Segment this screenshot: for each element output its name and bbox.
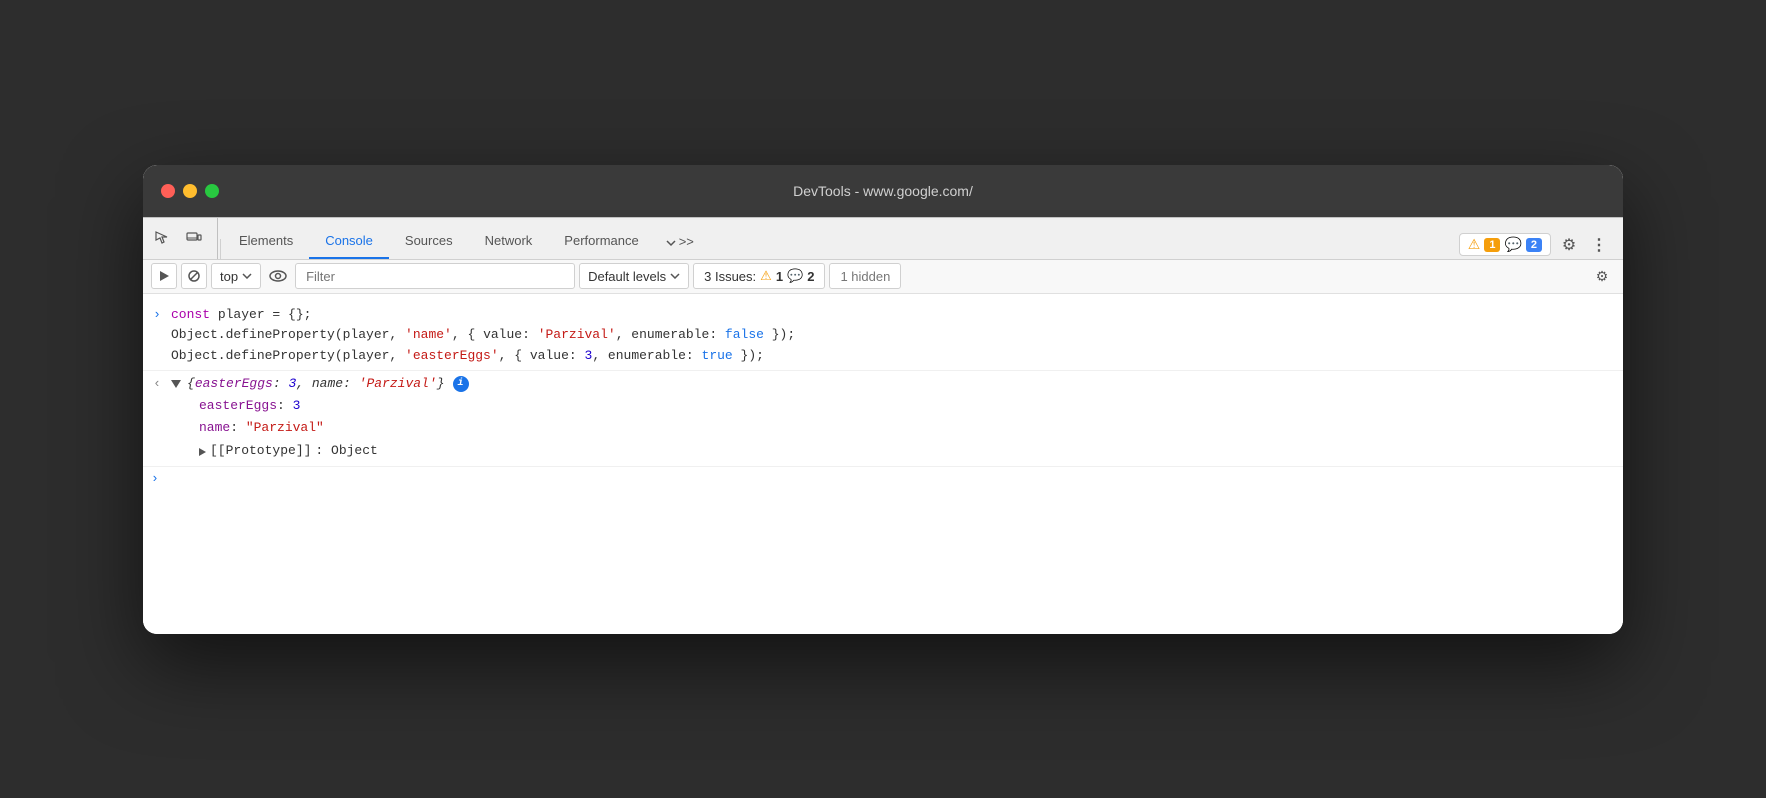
code-line-2: Object.defineProperty(player, 'name', { …	[171, 325, 1615, 346]
tab-bar: Elements Console Sources Network Perform…	[143, 218, 1623, 260]
window-title: DevTools - www.google.com/	[793, 183, 973, 199]
hidden-count-button[interactable]: 1 hidden	[829, 263, 901, 289]
prototype-expand-icon[interactable]	[199, 448, 206, 456]
issues-msg-icon: 💬	[787, 268, 803, 284]
toolbar-left	[147, 218, 218, 259]
msg-count: 2	[1526, 238, 1542, 252]
object-output: {easterEggs: 3, name: 'Parzival'} i east…	[171, 374, 1615, 463]
maximize-button[interactable]	[205, 184, 219, 198]
console-output-entry: ‹ {easterEggs: 3, name: 'Parzival'} i ea…	[143, 371, 1623, 467]
tab-elements[interactable]: Elements	[223, 225, 309, 259]
prop-prototype[interactable]: [[Prototype]]: Object	[199, 440, 1615, 463]
tab-network[interactable]: Network	[469, 225, 549, 259]
toolbar-divider	[220, 239, 221, 259]
console-output-content: {easterEggs: 3, name: 'Parzival'} i east…	[171, 372, 1615, 465]
log-levels-selector[interactable]: Default levels	[579, 263, 689, 289]
collapse-icon[interactable]	[171, 380, 181, 388]
input-gutter[interactable]: ›	[143, 303, 171, 326]
warn-count: 1	[1484, 238, 1500, 252]
tab-sources[interactable]: Sources	[389, 225, 469, 259]
object-properties: easterEggs: 3 name: "Parzival" [[Prototy…	[171, 395, 1615, 463]
msg-icon: 💬	[1504, 236, 1521, 253]
console-prompt[interactable]: ›	[143, 467, 1623, 490]
levels-chevron-icon	[670, 273, 680, 279]
issues-warn-icon: ⚠	[760, 268, 772, 284]
code-line-1: const player = {};	[171, 305, 1615, 326]
console-output: › const player = {}; Object.defineProper…	[143, 294, 1623, 634]
prop-name: name: "Parzival"	[199, 417, 1615, 440]
object-info-icon[interactable]: i	[453, 376, 469, 392]
device-toolbar-button[interactable]	[179, 224, 209, 252]
code-line-3: Object.defineProperty(player, 'easterEgg…	[171, 346, 1615, 367]
console-input-content: const player = {}; Object.defineProperty…	[171, 303, 1615, 369]
live-expressions-button[interactable]	[265, 263, 291, 289]
close-button[interactable]	[161, 184, 175, 198]
console-input-entry: › const player = {}; Object.defineProper…	[143, 302, 1623, 371]
tabs-container: Elements Console Sources Network Perform…	[223, 218, 1451, 259]
more-options-button[interactable]: ⋮	[1587, 231, 1611, 259]
tab-performance[interactable]: Performance	[548, 225, 654, 259]
console-toolbar: top Default levels 3 Issues:	[143, 260, 1623, 294]
tab-bar-right: ⚠ 1 💬 2 ⚙ ⋮	[1451, 231, 1619, 259]
tab-console[interactable]: Console	[309, 225, 389, 259]
more-tabs-button[interactable]: >>	[655, 225, 702, 259]
warn-icon: ⚠	[1468, 236, 1481, 253]
devtools-panel: Elements Console Sources Network Perform…	[143, 217, 1623, 634]
filter-input[interactable]	[295, 263, 575, 289]
chevron-down-icon	[242, 273, 252, 279]
devtools-window: DevTools - www.google.com/	[143, 165, 1623, 634]
clear-button[interactable]	[181, 263, 207, 289]
traffic-lights	[161, 184, 219, 198]
context-selector[interactable]: top	[211, 263, 261, 289]
inspect-element-button[interactable]	[147, 224, 177, 252]
minimize-button[interactable]	[183, 184, 197, 198]
issues-badge[interactable]: ⚠ 1 💬 2	[1459, 233, 1551, 256]
issues-count-button[interactable]: 3 Issues: ⚠ 1 💬 2	[693, 263, 825, 289]
prop-easterEggs: easterEggs: 3	[199, 395, 1615, 418]
settings-button[interactable]: ⚙	[1555, 231, 1583, 259]
object-header[interactable]: {easterEggs: 3, name: 'Parzival'} i	[171, 374, 1615, 395]
titlebar: DevTools - www.google.com/	[143, 165, 1623, 217]
run-button[interactable]	[151, 263, 177, 289]
output-gutter[interactable]: ‹	[143, 372, 171, 395]
console-settings-button[interactable]: ⚙	[1589, 263, 1615, 289]
prompt-icon: ›	[151, 471, 159, 486]
